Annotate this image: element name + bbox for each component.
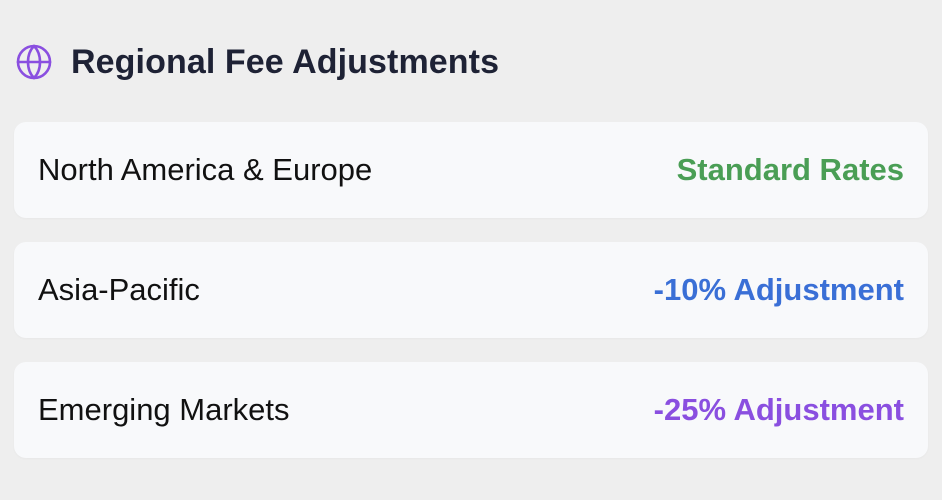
section-header: Regional Fee Adjustments: [14, 0, 928, 122]
region-label: Emerging Markets: [38, 392, 290, 427]
section-title: Regional Fee Adjustments: [71, 42, 500, 81]
region-row-emerging-markets: Emerging Markets -25% Adjustment: [14, 362, 928, 458]
globe-icon: [15, 43, 53, 81]
region-row-north-america-europe: North America & Europe Standard Rates: [14, 122, 928, 218]
region-adjustment: Standard Rates: [676, 152, 904, 187]
region-label: North America & Europe: [38, 152, 373, 187]
region-adjustment: -25% Adjustment: [653, 392, 904, 427]
region-adjustment: -10% Adjustment: [653, 272, 904, 307]
region-label: Asia-Pacific: [38, 272, 200, 307]
region-row-asia-pacific: Asia-Pacific -10% Adjustment: [14, 242, 928, 338]
region-list: North America & Europe Standard Rates As…: [14, 122, 928, 458]
regional-fee-panel: Regional Fee Adjustments North America &…: [0, 0, 942, 500]
